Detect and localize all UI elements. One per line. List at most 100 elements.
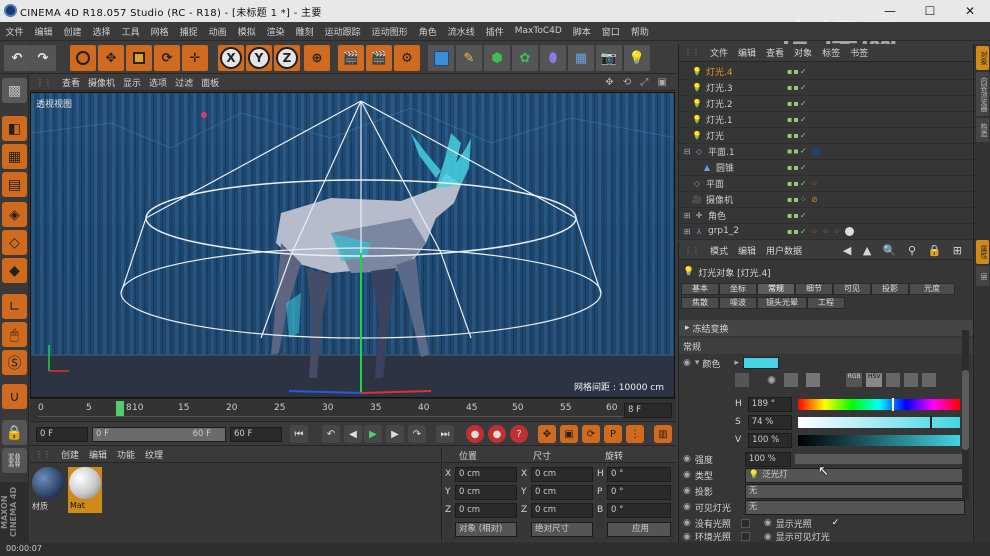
solo-icon[interactable]: ⛓ [2,448,27,473]
snap-icon[interactable]: Ⓢ [2,350,27,375]
object-row[interactable]: ◇ 平面 ▪▪✓ ⁘ [679,176,973,192]
move-tool-icon[interactable]: ✥ [98,45,124,71]
obj-menu-tags[interactable]: 标签 [817,46,845,59]
floor-icon[interactable]: ▦ [568,45,594,71]
object-row[interactable]: 💡 灯光.2 ▪▪✓ [679,96,973,112]
object-row[interactable]: ▲ 圆锥 ▪▪✓ [679,160,973,176]
menu-animate[interactable]: 动画 [203,25,232,38]
vp-menu-display[interactable]: 显示 [119,76,145,89]
goto-start-icon[interactable]: ⏮ [290,425,308,443]
visibility-flags[interactable]: ▪▪✓ [787,67,808,76]
keyframe-selection-icon[interactable]: ? [510,425,528,443]
tab-visible[interactable]: 可见 [833,283,871,295]
shadow-select[interactable]: 无 [744,483,965,499]
polygons-mode-icon[interactable]: ◆ [2,258,27,283]
kelvin-icon[interactable] [886,373,901,387]
vp-menu-filter[interactable]: 过滤 [171,76,197,89]
intensity-slider[interactable] [794,454,965,464]
rotate-tool-icon[interactable]: ⟳ [154,45,180,71]
select-tool-icon[interactable] [70,45,96,71]
size-y-field[interactable]: 0 cm [531,485,593,500]
lock-workplane-icon[interactable]: 🔒 [2,420,27,445]
range-slider[interactable]: 0 F 60 F [92,427,226,442]
hue-field[interactable]: 189 ° [747,396,792,412]
end-frame-field[interactable]: 60 F [230,427,282,442]
light-type-select[interactable]: 💡 泛光灯 [744,467,965,483]
axis-z-button[interactable]: Z [274,45,300,71]
object-row[interactable]: 💡 灯光.3 ▪▪✓ [679,80,973,96]
tweak-mode-icon[interactable]: 🖱 [2,322,27,347]
magnet-icon[interactable]: ∪ [2,384,27,409]
next-frame-icon[interactable]: ▶ [386,425,404,443]
anim-dot-icon[interactable]: ◉ [683,454,691,464]
undo-icon[interactable]: ↶ [4,45,30,71]
tab-shadow[interactable]: 投影 [871,283,909,295]
timeline-ruler[interactable]: 0 5 10 15 20 25 30 35 40 45 50 55 60 8 8… [30,398,676,420]
tab-project[interactable]: 工程 [807,297,845,309]
rotation-b-field[interactable]: 0 ° [607,503,671,518]
attr-menu-edit[interactable]: 编辑 [733,244,761,257]
size-z-field[interactable]: 0 cm [531,503,593,518]
vtab-attributes[interactable]: 属性 [976,240,989,264]
vtab-objects[interactable]: 对象 [976,46,989,70]
menu-window[interactable]: 窗口 [596,25,625,38]
make-editable-icon[interactable]: ▩ [2,78,27,103]
live-select-icon[interactable]: ✛ [182,45,208,71]
object-row[interactable]: 💡 灯光.1 ▪▪✓ [679,112,973,128]
axis-x-button[interactable]: X [218,45,244,71]
mat-menu-edit[interactable]: 编辑 [84,448,112,461]
material-swatch-selected[interactable]: Mat [68,467,102,513]
tab-details[interactable]: 细节 [795,283,833,295]
key-scale-icon[interactable]: ▣ [560,425,578,443]
menu-script[interactable]: 脚本 [567,25,596,38]
tab-noise[interactable]: 噪波 [719,297,757,309]
hue-slider[interactable] [797,397,960,411]
anim-dot-icon[interactable]: ◉ [764,532,772,542]
cube-primitive-icon[interactable] [428,45,454,71]
render-view-icon[interactable]: 🎬 [338,45,364,71]
visibility-flags[interactable]: ▪▪✓ [787,83,808,92]
current-frame-field[interactable]: 8 F [624,403,672,418]
pen-spline-icon[interactable]: ✎ [456,45,482,71]
value-field[interactable]: 100 % [748,432,793,448]
visible-light-select[interactable]: 无 [744,499,965,515]
render-settings-icon[interactable]: ⚙ [394,45,420,71]
object-row[interactable]: 💡 灯光.4 ▪▪✓ [679,64,973,80]
prev-frame-icon[interactable]: ◀ [344,425,362,443]
tab-caustics[interactable]: 焦散 [681,297,719,309]
attr-menu-userdata[interactable]: 用户数据 [761,244,807,257]
saturation-slider[interactable] [797,415,960,429]
visibility-flags[interactable]: ▪▪✓ ⁘ ⁘ ⁘ [787,226,854,236]
swatches-icon[interactable] [922,373,937,387]
play-icon[interactable]: ▶ [364,425,382,443]
menu-sculpt[interactable]: 雕刻 [290,25,319,38]
expand-icon[interactable]: ▾ [695,358,700,368]
anim-dot-icon[interactable]: ◉ [683,532,691,542]
position-x-field[interactable]: 0 cm [455,467,517,482]
axis-mode-icon[interactable]: ∟ [2,294,27,319]
vp-menu-panel[interactable]: 面板 [197,76,223,89]
anim-dot-icon[interactable]: ◉ [683,502,691,512]
attr-menu-mode[interactable]: 模式 [705,244,733,257]
anim-dot-icon[interactable]: ◉ [683,470,691,480]
workplane-icon[interactable]: ▤ [2,172,27,197]
image-color-icon[interactable] [784,373,799,387]
menu-create[interactable]: 创建 [58,25,87,38]
visibility-flags[interactable]: ▪▪✓ [787,211,808,220]
visibility-flags[interactable]: ▪▪✓ ⁘ [787,179,819,188]
edges-mode-icon[interactable]: ◇ [2,230,27,255]
key-pla-icon[interactable]: ⋮ [626,425,644,443]
visibility-flags[interactable]: ▪▪✓ [787,146,822,157]
obj-menu-file[interactable]: 文件 [705,46,733,59]
start-frame-field[interactable]: 0 F [36,427,88,442]
attr-scroll-thumb[interactable] [962,370,969,450]
object-row[interactable]: ⊞ ✛ 角色 ▪▪✓ [679,208,973,224]
prev-key-icon[interactable]: ↶ [322,425,340,443]
light-icon[interactable]: 💡 [624,45,650,71]
vtab-structure[interactable]: 构造 [976,118,989,142]
mat-menu-function[interactable]: 功能 [112,448,140,461]
saturation-field[interactable]: 74 % [747,414,792,430]
anim-dot-icon[interactable]: ◉ [683,486,691,496]
color-swatch[interactable] [742,357,779,369]
no-light-checkbox[interactable] [740,518,750,528]
